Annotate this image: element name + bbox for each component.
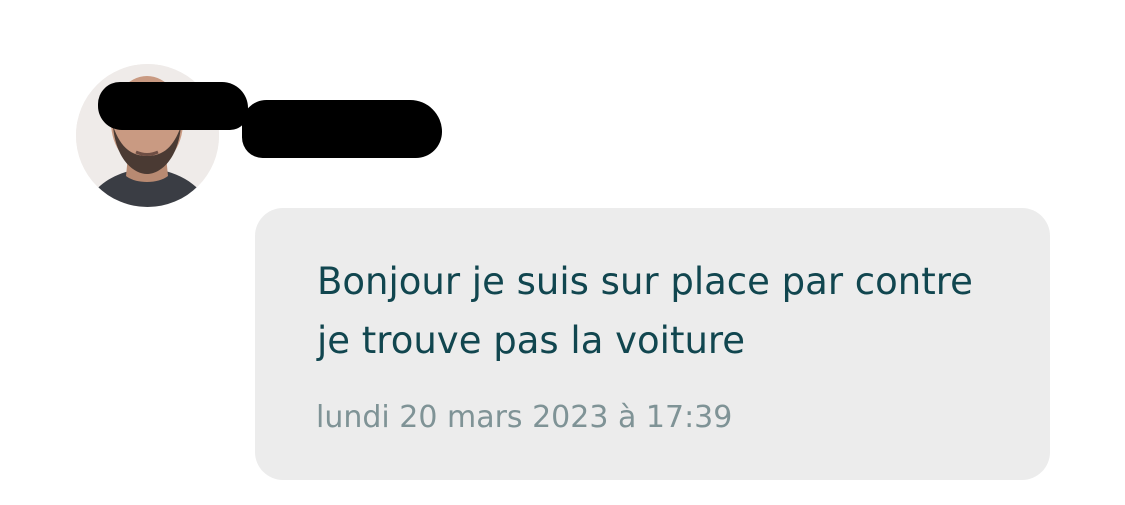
redaction-bar-eyes [98, 82, 248, 130]
conversation-view: A Bonjour je suis sur place par contre j… [0, 0, 1125, 505]
message-timestamp: lundi 20 mars 2023 à 17:39 [316, 400, 733, 435]
redaction-bar-name [242, 100, 442, 158]
message-text: Bonjour je suis sur place par contre je … [317, 260, 973, 362]
message-bubble[interactable]: Bonjour je suis sur place par contre je … [255, 208, 1050, 480]
